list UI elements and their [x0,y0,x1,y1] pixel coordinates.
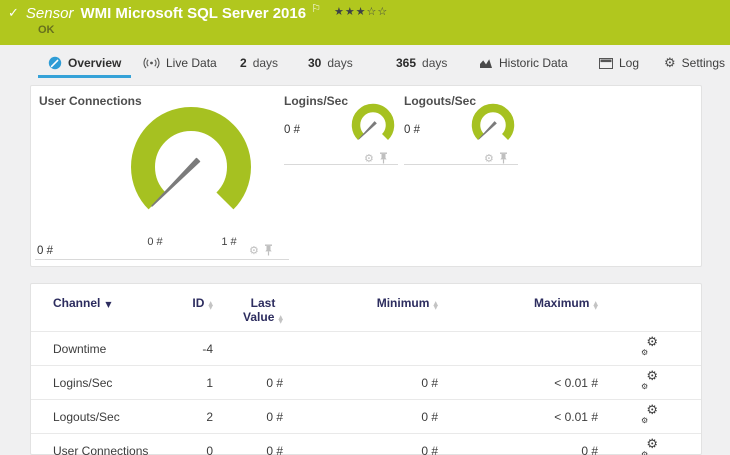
sensor-status-badge: OK [38,24,55,36]
channel-name[interactable]: Downtime [31,342,189,356]
column-header-minimum[interactable]: Minimum ▲ ▼ [283,296,438,311]
sensor-title: WMI Microsoft SQL Server 2016 [80,5,307,22]
tab-label: Log [619,56,640,70]
logouts-gauge[interactable] [470,102,516,153]
divider [284,164,398,165]
tab-2-days[interactable]: 2 days [240,54,278,72]
channel-maximum: 0 # [581,443,598,455]
channel-name[interactable]: Logins/Sec [31,376,189,390]
channels-table-panel: Channel ▼ ID ▲ ▼ Last Value ▲ ▼ Minimum ▲ ▼ Max… [30,283,702,455]
tab-label: Settings [681,56,726,70]
tab-live-data[interactable]: Live Data [143,54,217,72]
tab-label: Historic Data [499,56,568,70]
channel-last-value: 0 # [266,375,283,390]
channel-last-value: 0 # [266,409,283,424]
channel-settings-icon[interactable]: ⚙ ⚙ [641,370,658,391]
tab-label: days [422,56,448,70]
channel-settings-icon[interactable]: ⚙ ⚙ [641,438,658,455]
gauge-icon [48,56,62,70]
tab-overview[interactable]: Overview [38,54,132,78]
sensor-header: ✓ Sensor WMI Microsoft SQL Server 2016 ⚐… [0,0,730,45]
logins-gauge[interactable] [350,102,396,153]
sort-icon: ▲ ▼ [278,314,283,325]
table-header-row: Channel ▼ ID ▲ ▼ Last Value ▲ ▼ Minimum ▲ ▼ Max… [31,284,701,331]
channel-last-value: 0 # [266,443,283,455]
pin-icon[interactable] [264,244,273,256]
column-header-maximum[interactable]: Maximum ▲ ▼ [438,296,598,311]
channel-id: 0 [206,443,213,455]
mini-gauge-value: 0 # [404,124,420,136]
tab-label: days [252,56,279,70]
channel-name[interactable]: User Connections [31,444,189,455]
tab-number: 365 [396,56,417,70]
sort-icon: ▲ ▼ [593,300,598,311]
mini-gauge-logins: Logins/Sec 0 # ⚙ [284,86,398,266]
tab-number: 2 [240,56,247,70]
log-icon [599,57,613,69]
mini-gauge-value: 0 # [284,124,300,136]
primary-gauge[interactable] [126,102,256,237]
primary-gauge-scale-max: 1 # [221,236,237,248]
tab-number: 30 [308,56,322,70]
gauge-settings-icon[interactable]: ⚙ [249,245,259,256]
historic-chart-icon [479,57,493,69]
table-row-user-connections[interactable]: User Connections 0 0 # 0 # 0 # ⚙ ⚙ [31,433,701,455]
primary-gauge-value: 0 # [37,245,53,257]
channel-id: 1 [206,375,213,390]
channel-name[interactable]: Logouts/Sec [31,410,189,424]
gear-icon: ⚙ [664,55,676,71]
column-header-channel[interactable]: Channel ▼ [31,296,189,310]
tab-historic-data[interactable]: Historic Data [479,54,568,72]
gauges-panel: User Connections 0 # 1 # 0 # ⚙ Logins/Se… [30,85,702,267]
live-data-icon [143,57,160,69]
mini-gauge-title: Logins/Sec [284,94,349,108]
channel-id: -4 [202,341,213,356]
channel-maximum: < 0.01 # [554,409,598,424]
channel-id: 2 [206,409,213,424]
object-kind-label: Sensor [25,5,74,22]
priority-stars[interactable]: ★★★☆☆ [334,5,388,18]
channel-maximum: < 0.01 # [554,375,598,390]
channel-minimum: 0 # [421,375,438,390]
status-check-icon: ✓ [8,6,19,21]
tab-30-days[interactable]: 30 days [308,54,353,72]
sensor-tabbar: Overview Live Data 2 days 30 days 365 da… [0,45,730,80]
table-row-logouts-sec[interactable]: Logouts/Sec 2 0 # 0 # < 0.01 # ⚙ ⚙ [31,399,701,433]
tab-label: Live Data [166,56,217,70]
table-row-downtime[interactable]: Downtime -4 ⚙ ⚙ [31,331,701,365]
flag-icon[interactable]: ⚐ [311,2,321,15]
divider [404,164,518,165]
gauge-settings-icon[interactable]: ⚙ [484,153,494,164]
gauge-settings-icon[interactable]: ⚙ [364,153,374,164]
table-row-logins-sec[interactable]: Logins/Sec 1 0 # 0 # < 0.01 # ⚙ ⚙ [31,365,701,399]
channel-minimum: 0 # [421,443,438,455]
column-header-id[interactable]: ID ▲ ▼ [189,296,213,311]
mini-gauge-title: Logouts/Sec [404,94,477,108]
tab-label: Overview [68,56,122,70]
column-header-last-value[interactable]: Last Value ▲ ▼ [213,296,283,325]
sort-active-icon: ▼ [105,300,112,309]
tab-365-days[interactable]: 365 days [396,54,447,72]
primary-gauge-scale-min: 0 # [147,236,163,248]
channel-settings-icon[interactable]: ⚙ ⚙ [641,404,658,425]
tab-settings[interactable]: ⚙ Settings [664,54,725,72]
tab-label: days [327,56,353,70]
pin-icon[interactable] [499,152,508,164]
pin-icon[interactable] [379,152,388,164]
divider [35,259,289,260]
channel-settings-icon[interactable]: ⚙ ⚙ [641,336,658,357]
channel-minimum: 0 # [421,409,438,424]
mini-gauge-logouts: Logouts/Sec 0 # ⚙ [404,86,518,266]
tab-log[interactable]: Log [599,54,639,72]
